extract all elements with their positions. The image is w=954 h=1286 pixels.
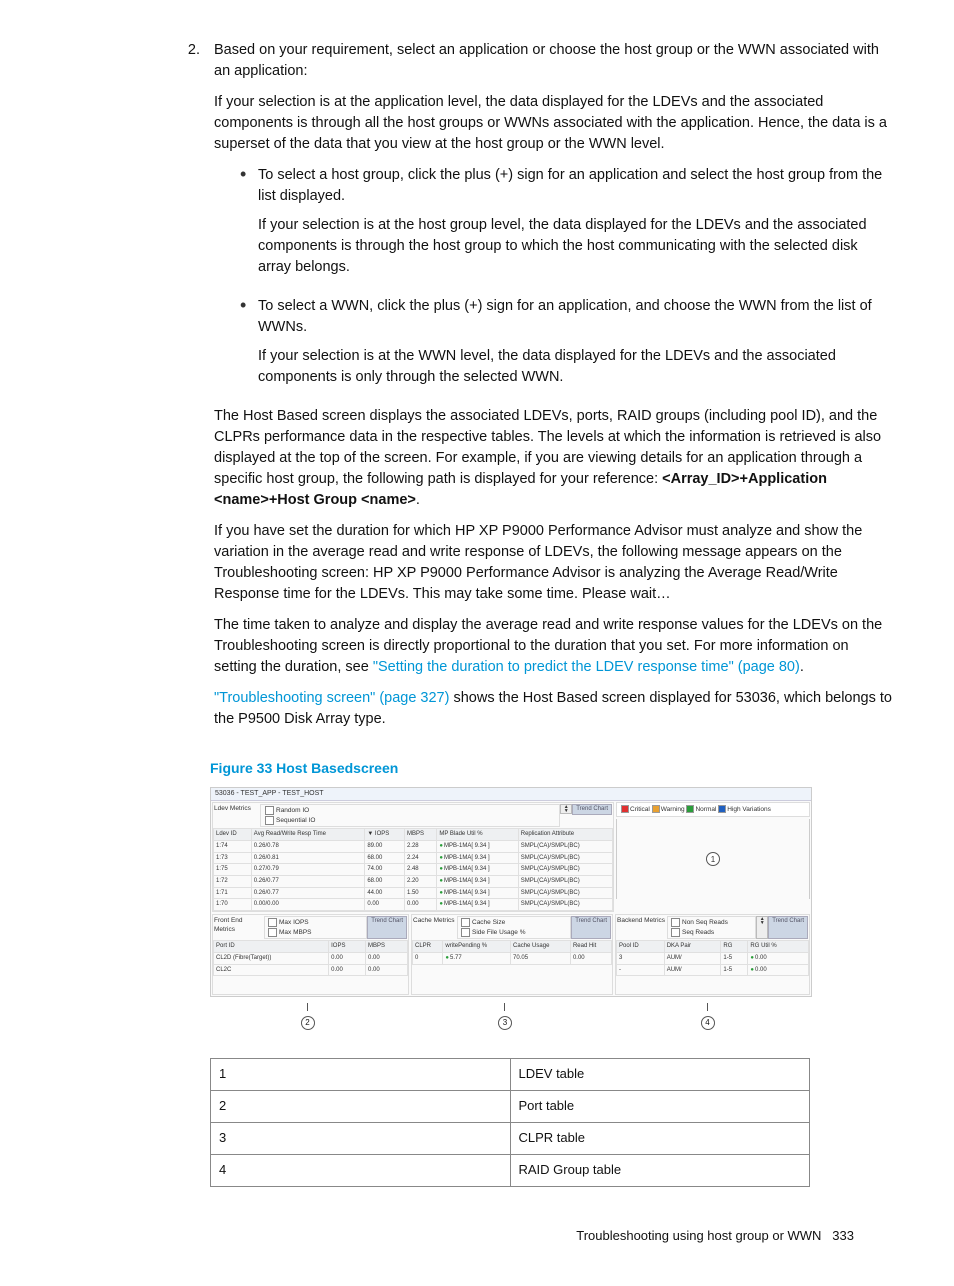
bullet-subtext: If your selection is at the host group l… — [258, 215, 894, 278]
paragraph: "Troubleshooting screen" (page 327) show… — [214, 688, 894, 730]
table-row: 2Port table — [211, 1091, 810, 1123]
checkbox-icon[interactable] — [671, 928, 680, 937]
raid-group-table: Pool IDDKA PairRGRG Util % 3AUM/1-50.00 … — [616, 940, 809, 976]
col-header[interactable]: MBPS — [404, 829, 436, 841]
figure-caption: Figure 33 Host Basedscreen — [210, 758, 894, 778]
panel-label: Front End Metrics — [214, 916, 264, 939]
bullet-subtext: If your selection is at the WWN level, t… — [258, 346, 894, 388]
table-row: 1LDEV table — [211, 1059, 810, 1091]
paragraph: If you have set the duration for which H… — [214, 521, 894, 605]
step-body: Based on your requirement, select an app… — [214, 40, 894, 740]
table-row: 3CLPR table — [211, 1123, 810, 1155]
col-header[interactable]: Ldev ID — [214, 829, 252, 841]
checkbox-label: Sequential IO — [276, 817, 315, 824]
legend-high-icon — [718, 805, 726, 813]
col-header[interactable]: Avg Read/Write Resp Time — [251, 829, 365, 841]
port-table: Port IDIOPSMBPS CL2D (Fibre(Target))0.00… — [213, 940, 408, 976]
trend-chart-button[interactable]: Trend Chart — [367, 916, 407, 939]
spinner-icon[interactable]: ▲▼ — [560, 804, 572, 814]
col-header[interactable]: Replication Attribute — [518, 829, 612, 841]
figure-legend-table: 1LDEV table 2Port table 3CLPR table 4RAI… — [210, 1058, 810, 1186]
col-header[interactable]: ▼ IOPS — [365, 829, 405, 841]
page-footer: Troubleshooting using host group or WWN … — [60, 1227, 894, 1246]
table-row: 1:730.26/0.8168.002.24MPB-1MA[ 9.34 ]SMP… — [214, 852, 613, 864]
checkbox-icon[interactable] — [265, 806, 274, 815]
callout-row: 2 3 4 — [210, 1003, 810, 1032]
bullet-item: • To select a host group, click the plus… — [240, 165, 894, 286]
cross-ref-link[interactable]: "Troubleshooting screen" (page 327) — [214, 690, 449, 706]
bullet-item: • To select a WWN, click the plus (+) si… — [240, 296, 894, 396]
table-row: 1:720.26/0.7768.002.20MPB-1MA[ 9.34 ]SMP… — [214, 875, 613, 887]
legend-warning-icon — [652, 805, 660, 813]
ordered-step: 2. Based on your requirement, select an … — [170, 40, 894, 740]
callout-4: 4 — [701, 1016, 715, 1030]
panel-label: Cache Metrics — [413, 916, 457, 939]
spinner-icon[interactable]: ▲▼ — [756, 916, 768, 939]
col-header[interactable]: MP Blade Util % — [437, 829, 518, 841]
checkbox-icon[interactable] — [268, 928, 277, 937]
bullet-dot-icon: • — [240, 165, 258, 286]
checkbox-label: Random IO — [276, 807, 309, 814]
status-legend: Critical Warning Normal High Variations — [616, 802, 810, 817]
callout-1: 1 — [706, 852, 720, 866]
trend-chart-button[interactable]: Trend Chart — [768, 916, 808, 939]
legend-normal-icon — [686, 805, 694, 813]
callout-2: 2 — [301, 1016, 315, 1030]
paragraph: The time taken to analyze and display th… — [214, 615, 894, 678]
table-row: 05.7770.050.00 — [413, 952, 612, 964]
table-row: CL2C0.000.00 — [214, 964, 408, 976]
trend-chart-button[interactable]: Trend Chart — [572, 804, 612, 815]
step-number: 2. — [170, 40, 214, 740]
bullet-text: To select a host group, click the plus (… — [258, 165, 894, 207]
legend-critical-icon — [621, 805, 629, 813]
table-row: 1:750.27/0.7974.002.48MPB-1MA[ 9.34 ]SMP… — [214, 864, 613, 876]
window-title: 53036 - TEST_APP - TEST_HOST — [211, 788, 811, 801]
footer-title: Troubleshooting using host group or WWN — [576, 1228, 821, 1243]
text: . — [800, 659, 804, 675]
table-row: -AUM/1-50.00 — [617, 964, 809, 976]
checkbox-icon[interactable] — [268, 918, 277, 927]
bullet-dot-icon: • — [240, 296, 258, 396]
table-row: CL2D (Fibre(Target))0.000.00 — [214, 952, 408, 964]
clpr-table: CLPRwritePending %Cache UsageRead Hit 05… — [412, 940, 612, 964]
panel-label: Backend Metrics — [617, 916, 667, 939]
callout-3: 3 — [498, 1016, 512, 1030]
checkbox-icon[interactable] — [461, 918, 470, 927]
bullet-text: To select a WWN, click the plus (+) sign… — [258, 296, 894, 338]
checkbox-icon[interactable] — [461, 928, 470, 937]
ldev-table: Ldev ID Avg Read/Write Resp Time ▼ IOPS … — [213, 828, 613, 911]
page-number: 333 — [832, 1228, 854, 1243]
table-row: 4RAID Group table — [211, 1154, 810, 1186]
table-row: 3AUM/1-50.00 — [617, 952, 809, 964]
step-para: If your selection is at the application … — [214, 92, 894, 155]
text: . — [416, 492, 420, 508]
table-row: 1:740.26/0.7889.002.28MPB-1MA[ 9.34 ]SMP… — [214, 840, 613, 852]
screenshot-host-based: 53036 - TEST_APP - TEST_HOST Ldev Metric… — [210, 787, 812, 998]
panel-label: Ldev Metrics — [214, 804, 260, 813]
table-row: 1:710.26/0.7744.001.50MPB-1MA[ 9.34 ]SMP… — [214, 887, 613, 899]
checkbox-icon[interactable] — [265, 816, 274, 825]
trend-chart-button[interactable]: Trend Chart — [571, 916, 611, 939]
checkbox-icon[interactable] — [671, 918, 680, 927]
cross-ref-link[interactable]: "Setting the duration to predict the LDE… — [373, 659, 800, 675]
step-lead: Based on your requirement, select an app… — [214, 40, 894, 82]
paragraph: The Host Based screen displays the assoc… — [214, 406, 894, 511]
table-row: 1:700.00/0.000.000.00MPB-1MA[ 9.34 ]SMPL… — [214, 899, 613, 911]
